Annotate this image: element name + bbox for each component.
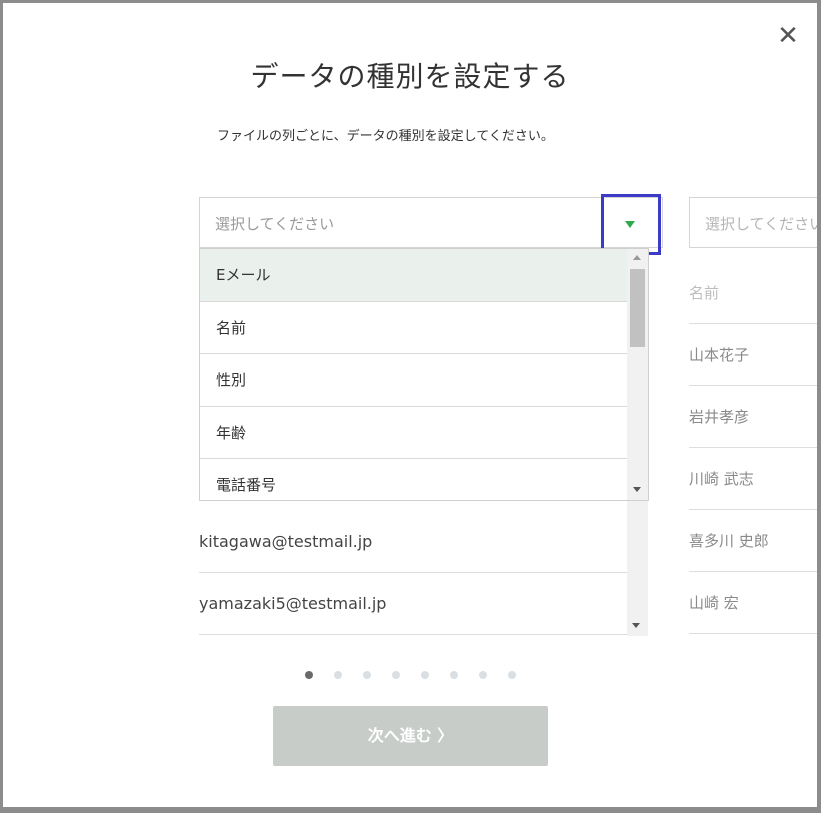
column-type-dialog: ✕ データの種別を設定する ファイルの列ごとに、データの種別を設定してください。…: [3, 3, 817, 807]
table-row: 山本花子: [689, 324, 817, 386]
pagination-dot[interactable]: [334, 671, 342, 679]
next-button[interactable]: 次へ進む 〉: [273, 706, 548, 766]
pagination-dot[interactable]: [421, 671, 429, 679]
column1-values: kitagawa@testmail.jp yamazaki5@testmail.…: [199, 511, 627, 635]
close-icon[interactable]: ✕: [775, 21, 801, 51]
scroll-down-icon[interactable]: [633, 487, 641, 492]
dialog-title: データの種別を設定する: [250, 60, 570, 93]
pagination-dot[interactable]: [305, 671, 313, 679]
type-dropdown-list: Eメール 名前 性別 年齢 電話番号: [199, 248, 649, 501]
scroll-up-icon[interactable]: [633, 255, 641, 260]
table-row: kitagawa@testmail.jp: [199, 511, 627, 573]
chevron-down-icon: [625, 221, 635, 228]
dropdown-option-name[interactable]: 名前: [200, 302, 627, 354]
pagination-dots: [305, 671, 516, 681]
dropdown-scrollbar[interactable]: [627, 249, 648, 500]
column2-type-select[interactable]: 選択してください: [689, 197, 817, 248]
dropdown-option-email[interactable]: Eメール: [200, 249, 627, 302]
column2-select-placeholder: 選択してください: [705, 215, 817, 233]
table-row: 喜多川 史郎: [689, 510, 817, 572]
table-row: 岩井孝彦: [689, 386, 817, 448]
pagination-dot[interactable]: [508, 671, 516, 679]
dialog-subtitle: ファイルの列ごとに、データの種別を設定してください。: [217, 129, 554, 144]
dropdown-option-age[interactable]: 年齢: [200, 407, 627, 459]
scrollbar-thumb[interactable]: [630, 269, 645, 347]
column1-type-select[interactable]: 選択してください: [199, 197, 663, 248]
table-row: yamazaki5@testmail.jp: [199, 573, 627, 635]
scroll-down-icon[interactable]: [632, 623, 640, 628]
pagination-dot[interactable]: [392, 671, 400, 679]
column2-values: 名前 山本花子 岩井孝彦 川崎 武志 喜多川 史郎 山崎 宏: [689, 262, 817, 634]
pagination-dot[interactable]: [363, 671, 371, 679]
pagination-dot[interactable]: [450, 671, 458, 679]
dropdown-option-phone[interactable]: 電話番号: [200, 459, 627, 500]
table-row: 川崎 武志: [689, 448, 817, 510]
table-row: 名前: [689, 262, 817, 324]
pagination-dot[interactable]: [479, 671, 487, 679]
table-row: 山崎 宏: [689, 572, 817, 634]
column1-select-placeholder: 選択してください: [215, 215, 335, 233]
dropdown-option-gender[interactable]: 性別: [200, 354, 627, 407]
